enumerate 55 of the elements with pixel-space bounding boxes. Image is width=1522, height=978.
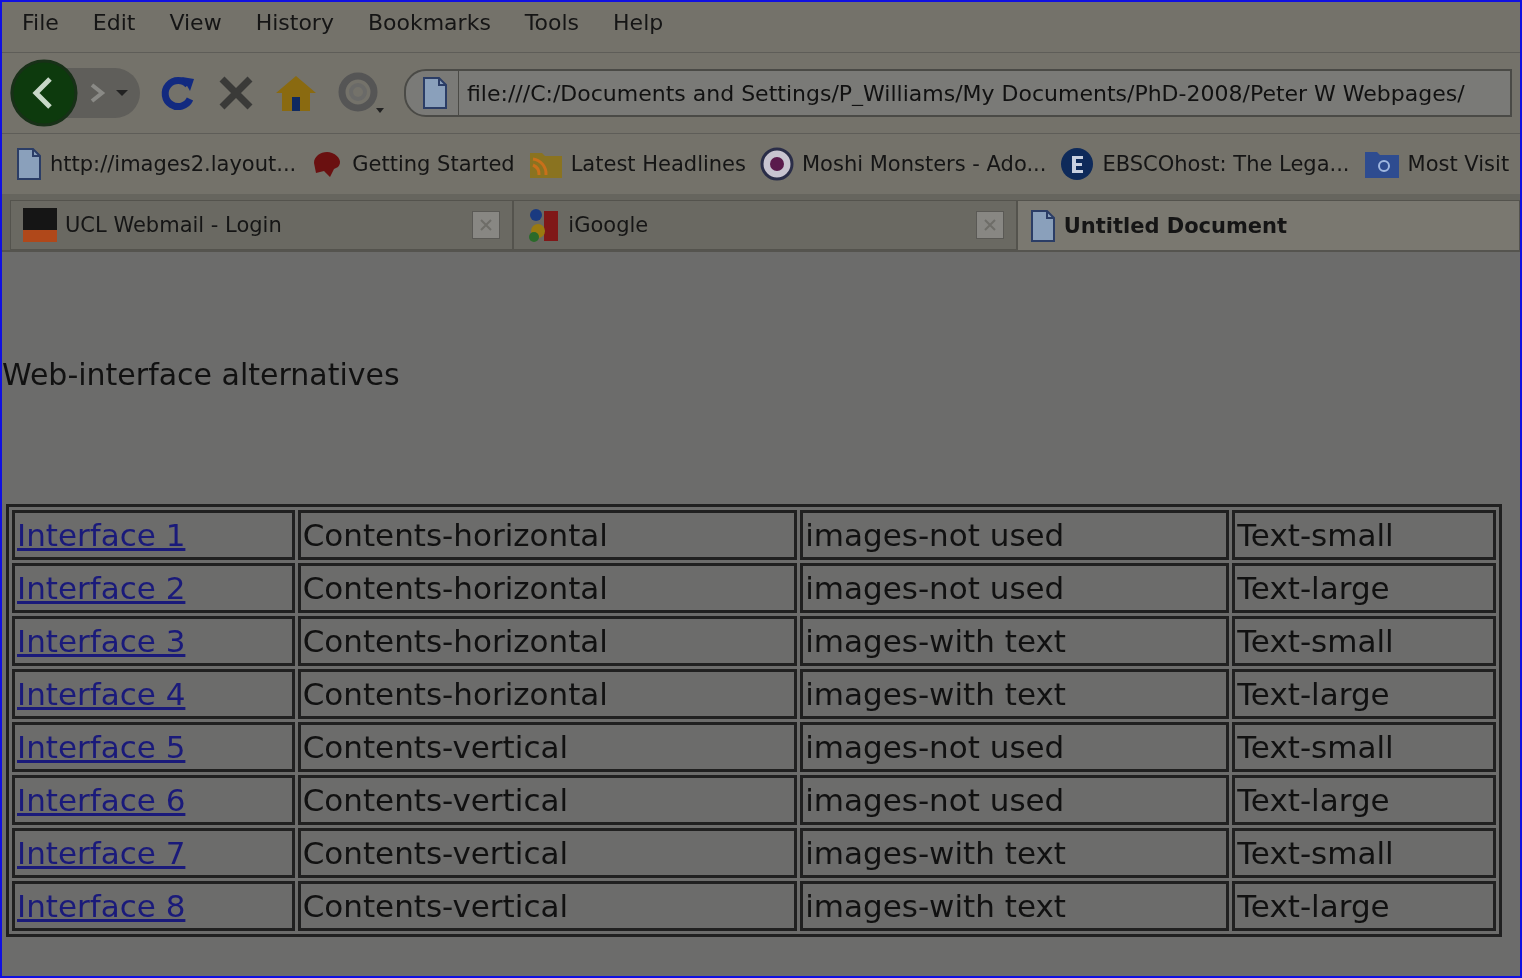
table-cell-text: Contents-horizontal <box>302 570 608 606</box>
table-cell-text: Contents-horizontal <box>302 517 608 553</box>
logo-icon <box>526 207 561 243</box>
table-cell-text: images-not used <box>805 729 1065 765</box>
menu-item[interactable]: View <box>155 10 236 44</box>
browser-tab[interactable]: iGoogle <box>513 200 1017 250</box>
back-icon[interactable] <box>10 59 78 127</box>
menu-item[interactable]: File <box>8 10 73 44</box>
table-cell-text: Text-large <box>1237 888 1390 924</box>
close-icon[interactable] <box>975 211 1004 239</box>
table-cell-text: Contents-horizontal <box>302 676 608 712</box>
table-cell-text: images-not used <box>805 782 1065 818</box>
bookmark-link[interactable]: Getting Started <box>352 152 515 176</box>
bookmark-link[interactable]: Moshi Monsters - Ado... <box>802 152 1047 176</box>
page-icon <box>422 77 448 109</box>
page-heading: Web-interface alternatives <box>2 357 401 392</box>
table-cell-text: images-not used <box>805 570 1065 606</box>
logo-icon <box>23 208 57 242</box>
page-icon <box>1029 209 1056 242</box>
browser-tab[interactable]: Untitled Document <box>1016 200 1520 250</box>
table-cell-text: images-with text <box>805 888 1066 924</box>
letter-e-icon <box>1060 147 1095 181</box>
table-cell-text: Contents-vertical <box>302 782 569 818</box>
table-cell-text: Text-small <box>1237 729 1394 765</box>
table-cell-text: Text-large <box>1237 676 1390 712</box>
table-cell-text: Contents-vertical <box>302 729 569 765</box>
table-cell-text: images-with text <box>805 623 1066 659</box>
bookmark-link[interactable]: EBSCOhost: The Lega... <box>1102 152 1350 176</box>
table-cell-text: images-with text <box>805 676 1066 712</box>
close-icon[interactable] <box>472 211 501 239</box>
table-cell-text: Contents-horizontal <box>302 623 608 659</box>
menu-item[interactable]: Bookmarks <box>353 10 505 44</box>
table-cell-text: images-with text <box>805 835 1066 871</box>
address-field[interactable]: file:///C:/Documents and Settings/P_Williams/My Documents/PhD-2008/Peter W Webpages/ <box>404 69 1512 117</box>
menu-item[interactable]: Tools <box>510 10 594 44</box>
bookmark-link[interactable]: Most Visit <box>1407 152 1510 176</box>
menu-item[interactable]: Edit <box>78 10 150 44</box>
eye-icon <box>760 147 794 181</box>
table-cell-text: Text-small <box>1237 623 1394 659</box>
bookmark-link[interactable]: http://images2.layout... <box>50 152 297 176</box>
menu-item[interactable]: Help <box>599 10 678 44</box>
table-cell-text: Contents-vertical <box>302 835 569 871</box>
table-cell-text: Text-large <box>1237 782 1390 818</box>
folder-icon <box>1363 149 1400 179</box>
browser-tab[interactable]: UCL Webmail - Login <box>10 200 514 250</box>
table-cell-text: Contents-vertical <box>302 888 569 924</box>
dropdown-icon[interactable] <box>114 88 130 98</box>
home-icon[interactable] <box>274 73 318 113</box>
table-cell-text: Text-large <box>1237 570 1390 606</box>
table-cell-text: Text-small <box>1237 517 1394 553</box>
table-cell-text: images-not used <box>805 517 1065 553</box>
menu-item[interactable]: History <box>241 10 348 44</box>
table-cell-text: Text-small <box>1237 835 1394 871</box>
page-icon <box>16 148 42 180</box>
bookmark-link[interactable]: Latest Headlines <box>570 152 746 176</box>
